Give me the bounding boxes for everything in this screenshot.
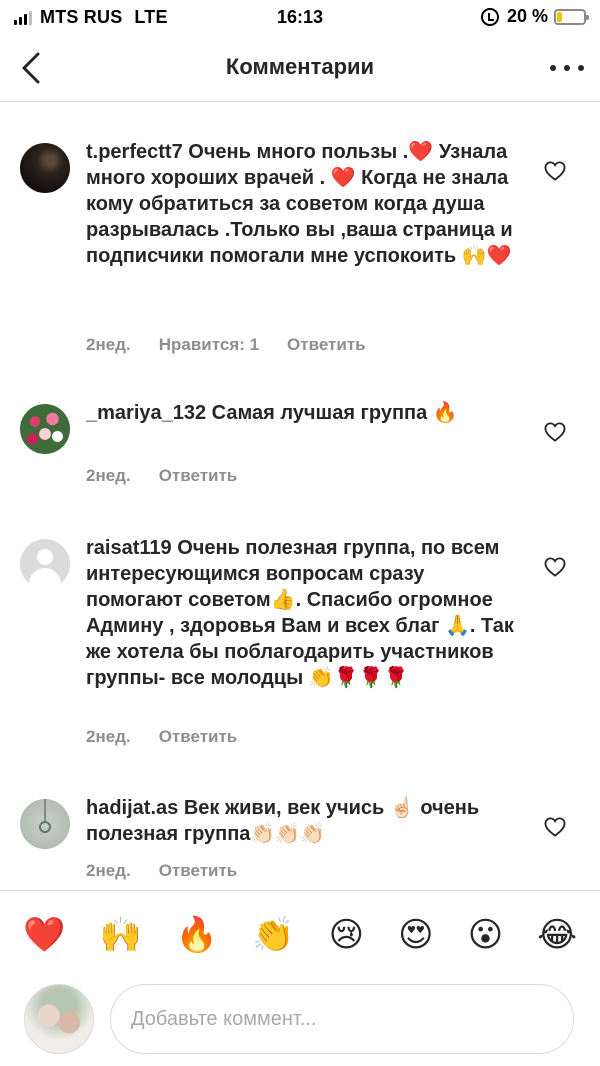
comment-text: _mariya_132 Самая лучшая группа 🔥 (86, 400, 516, 426)
reaction-crying[interactable]: 😢 (329, 918, 364, 952)
avatar[interactable] (20, 404, 70, 454)
reaction-surprised[interactable]: 😮 (468, 918, 503, 952)
comment-text: hadijat.as Век живи, век учись ☝🏻 очень … (86, 795, 516, 847)
like-heart-icon[interactable] (544, 161, 566, 181)
battery-fill (557, 11, 563, 22)
comment-body: Очень полезная группа, по всем интересую… (86, 537, 514, 689)
quick-reactions-bar: ❤️ 🙌 🔥 👏 😢 😍 😮 😂 (0, 890, 600, 978)
reaction-laughing[interactable]: 😂 (537, 918, 577, 952)
comment-list: t.perfectt7 Очень много пользы .❤️ Узнал… (0, 103, 600, 890)
comment-time: 2нед. (86, 861, 131, 880)
avatar[interactable] (20, 539, 70, 589)
more-horizontal-icon[interactable] (550, 56, 584, 80)
reply-button[interactable]: Ответить (287, 335, 366, 355)
comment-username[interactable]: _mariya_132 (86, 402, 206, 424)
reaction-fire[interactable]: 🔥 (176, 918, 218, 952)
my-avatar (24, 984, 94, 1054)
comment-meta: 2нед. Ответить (86, 466, 237, 486)
comment-input[interactable] (110, 984, 574, 1054)
comment-text: t.perfectt7 Очень много пользы .❤️ Узнал… (86, 139, 516, 269)
comment-time: 2нед. (86, 727, 131, 746)
comment-time: 2нед. (86, 466, 131, 485)
status-bar: MTS RUS LTE 16:13 20 % (0, 0, 600, 34)
comment-time: 2нед. (86, 335, 131, 354)
avatar[interactable] (20, 143, 70, 193)
comment-username[interactable]: t.perfectt7 (86, 141, 183, 163)
like-heart-icon[interactable] (544, 557, 566, 577)
reply-button[interactable]: Ответить (159, 466, 238, 486)
reply-button[interactable]: Ответить (159, 861, 238, 881)
like-heart-icon[interactable] (544, 422, 566, 442)
reaction-raising-hands[interactable]: 🙌 (99, 918, 141, 952)
reaction-heart-eyes[interactable]: 😍 (398, 918, 433, 952)
comment-body: Самая лучшая группа 🔥 (211, 402, 458, 424)
comment-likes[interactable]: Нравится: 1 (159, 335, 259, 355)
nav-bar: Комментарии (0, 34, 600, 102)
comment-meta: 2нед. Ответить (86, 727, 237, 747)
orientation-lock-icon (480, 7, 499, 26)
reaction-clapping[interactable]: 👏 (252, 918, 294, 952)
like-heart-icon[interactable] (544, 817, 566, 837)
reaction-heart[interactable]: ❤️ (23, 918, 65, 952)
comment-text: raisat119 Очень полезная группа, по всем… (86, 535, 516, 691)
battery-icon (554, 8, 589, 25)
comment-composer (0, 978, 600, 1066)
comment-username[interactable]: hadijat.as (86, 797, 178, 819)
comment-meta: 2нед. Ответить (86, 861, 237, 881)
comment-username[interactable]: raisat119 (86, 537, 172, 559)
comment-meta: 2нед. Нравится: 1 Ответить (86, 335, 366, 355)
reply-button[interactable]: Ответить (159, 727, 238, 747)
battery-percent: 20 % (506, 6, 548, 26)
battery-info: 20 % (480, 6, 589, 27)
page-title: Комментарии (225, 54, 375, 79)
avatar[interactable] (20, 799, 70, 849)
